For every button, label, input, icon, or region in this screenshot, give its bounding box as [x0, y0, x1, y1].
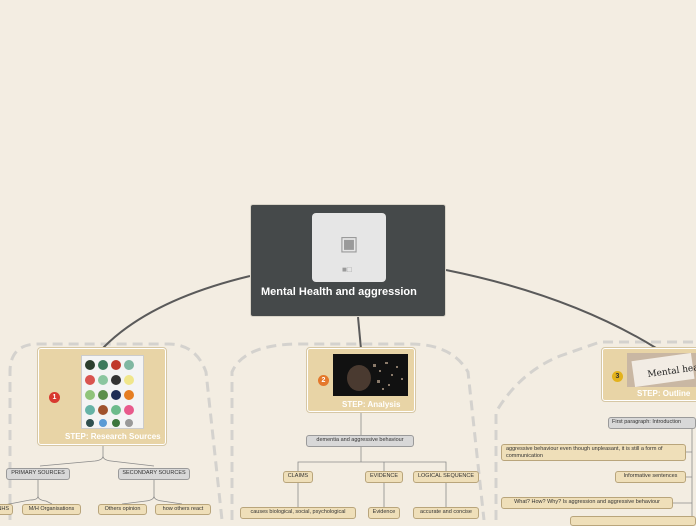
central-image-placeholder: ▣ ■□ — [312, 213, 386, 282]
node-others-opinion[interactable]: Others opinion — [98, 504, 147, 515]
node-accurate-concise[interactable]: accurate and concise — [413, 507, 479, 519]
branch-outline — [445, 269, 657, 349]
link-topic-children — [297, 447, 447, 471]
step-label: STEP: Research Sources — [65, 432, 161, 441]
image-dots: ■□ — [342, 265, 352, 274]
branch-analysis — [357, 316, 362, 350]
branch-research — [102, 275, 251, 349]
node-informative-sentences[interactable]: Informative sentences — [615, 471, 686, 483]
link-research-children — [39, 446, 155, 467]
node-first-paragraph[interactable]: First paragraph: Introduction — [608, 417, 696, 429]
node-how-others-react[interactable]: how others react — [155, 504, 211, 515]
node-dementia-topic[interactable]: dementia and aggressive behaviour — [306, 435, 414, 447]
node-outline-cutoff[interactable] — [570, 516, 696, 526]
link-claims-children — [297, 483, 447, 507]
step-outline[interactable]: Mental health 3 STEP: Outline — [601, 347, 696, 402]
step-number-badge: 1 — [49, 392, 60, 403]
node-logical-sequence[interactable]: LOGICAL SEQUENCE — [413, 471, 479, 483]
step-label: STEP: Analysis — [342, 400, 401, 409]
node-what-how-why[interactable]: What? How? Why? Is aggression and aggres… — [501, 497, 673, 509]
node-secondary-sources[interactable]: SECONDARY SOURCES — [118, 468, 190, 480]
node-aggressive-communication[interactable]: aggressive behaviour even though unpleas… — [501, 444, 686, 461]
step-label: STEP: Outline — [637, 389, 691, 398]
step-analysis[interactable]: 2 STEP: Analysis — [306, 347, 416, 413]
node-evidence-child[interactable]: Evidence — [368, 507, 400, 519]
heads-image — [81, 355, 144, 429]
node-evidence[interactable]: EVIDENCE — [365, 471, 403, 483]
head-icons — [85, 360, 134, 427]
step-research-sources[interactable]: 1 STEP: Research Sources — [37, 347, 167, 446]
camera-icon: ▣ — [339, 231, 359, 255]
central-title: Mental Health and aggression — [261, 286, 417, 298]
node-claims[interactable]: CLAIMS — [283, 471, 313, 483]
mental-health-newspaper-image: Mental health — [627, 353, 696, 387]
step-number-badge: 2 — [318, 375, 329, 386]
node-primary-sources[interactable]: PRIMARY SOURCES — [6, 468, 70, 480]
link-secondary-children — [121, 480, 183, 505]
dispersing-head-image — [333, 354, 408, 396]
central-topic[interactable]: ▣ ■□ Mental Health and aggression — [250, 204, 446, 317]
link-outline-children — [673, 419, 696, 520]
node-causes[interactable]: causes biological, social, psychological — [240, 507, 356, 519]
node-nhs[interactable]: NHS — [0, 504, 13, 515]
node-mh-organisations[interactable]: M/H Organisations — [22, 504, 81, 515]
step-number-badge: 3 — [612, 371, 623, 382]
